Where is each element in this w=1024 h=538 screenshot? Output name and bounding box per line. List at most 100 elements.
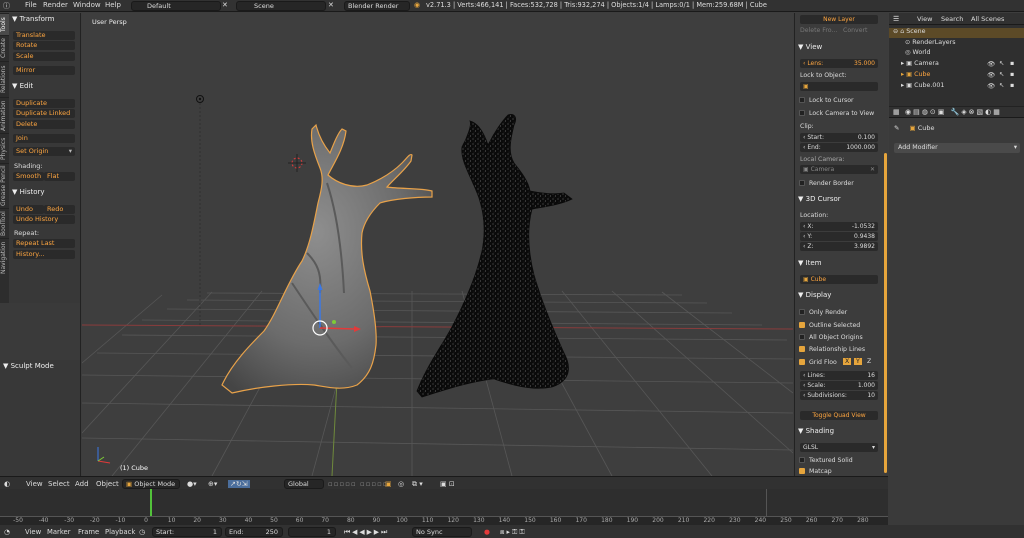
tab-grease-pencil[interactable]: Grease Pencil <box>0 163 9 208</box>
join-button[interactable]: Join <box>13 134 75 143</box>
keying-icons[interactable]: ⧈ ▸ ⚿ ⚿ <box>500 528 525 537</box>
lock-camera-checkbox[interactable] <box>799 110 805 116</box>
mirror-button[interactable]: Mirror <box>13 66 75 75</box>
outliner-editor-icon[interactable]: ☰ <box>893 15 899 23</box>
cube-select-icon[interactable]: ↖ <box>999 71 1004 78</box>
cube001-render-icon[interactable]: ▪ <box>1010 82 1014 89</box>
axis-x-toggle[interactable]: X <box>843 358 852 365</box>
set-origin-button[interactable]: Set Origin ▾ <box>13 147 75 156</box>
undo-button[interactable]: Undo <box>13 205 44 214</box>
outliner-view-menu[interactable]: View <box>917 15 932 23</box>
layout-close-icon[interactable]: ✕ <box>222 1 228 9</box>
frame-menu[interactable]: Frame <box>78 528 99 536</box>
repeat-last-button[interactable]: Repeat Last <box>13 239 75 248</box>
lock-object-field[interactable]: ▣ <box>800 82 878 91</box>
cube-render-icon[interactable]: ▪ <box>1010 71 1014 78</box>
outliner-search-menu[interactable]: Search <box>941 15 963 23</box>
outliner-row-renderlayers[interactable]: ⊙ RenderLayers <box>889 39 1024 49</box>
lock-layers-icon[interactable]: ▣ <box>385 480 392 488</box>
manipulator-icons[interactable]: ↗↻⇲ <box>228 480 250 488</box>
outliner-row-camera[interactable]: ▸ ▣ Camera 👁 ↖ ▪ <box>889 60 1024 70</box>
tab-relations[interactable]: Relations <box>0 61 9 97</box>
matcap-checkbox[interactable] <box>799 468 805 474</box>
outliner-row-cube[interactable]: ▸ ▣ Cube 👁 ↖ ▪ <box>889 71 1024 81</box>
add-menu[interactable]: Add <box>75 480 89 488</box>
camera-visibility-icon[interactable]: 👁 <box>987 60 995 68</box>
cube001-select-icon[interactable]: ↖ <box>999 82 1004 89</box>
sync-mode-selector[interactable]: No Sync <box>412 527 472 537</box>
display-panel-header[interactable]: ▼ Display <box>798 291 831 299</box>
tab-tools[interactable]: Tools <box>0 13 9 35</box>
axis-y-toggle[interactable]: Y <box>854 358 862 365</box>
start-frame-field[interactable]: Start: 1 <box>152 527 222 537</box>
new-layer-button[interactable]: New Layer <box>800 15 878 24</box>
3d-view-editor-icon[interactable]: ◐ <box>4 480 10 488</box>
lens-field[interactable]: ‹ Lens: 35.000 <box>800 59 878 68</box>
cube001-mesh[interactable] <box>416 114 573 398</box>
history-button[interactable]: History... <box>13 250 75 259</box>
textured-solid-checkbox[interactable] <box>799 457 805 463</box>
axis-z-toggle[interactable]: Z <box>865 358 873 365</box>
duplicate-linked-button[interactable]: Duplicate Linked <box>13 109 75 118</box>
layer-buttons[interactable]: ▫▫▫▫▫ ▫▫▫▫▫ <box>328 480 389 488</box>
outline-selected-checkbox[interactable] <box>799 322 805 328</box>
cursor-z-field[interactable]: ‹ Z: 3.9892 <box>800 242 878 251</box>
preview-range-icon[interactable]: ◷ <box>139 528 145 536</box>
smooth-button[interactable]: Smooth <box>13 172 44 181</box>
pin-icon[interactable]: ✎ <box>894 124 899 132</box>
cursor-panel-header[interactable]: ▼ 3D Cursor <box>798 195 841 203</box>
cube-visibility-icon[interactable]: 👁 <box>987 71 995 79</box>
mode-selector[interactable]: ▣ Object Mode <box>122 479 180 489</box>
object-menu[interactable]: Object <box>96 480 119 488</box>
grid-subdivisions-field[interactable]: ‹ Subdivisions: 10 <box>800 391 878 400</box>
item-name-field[interactable]: ▣ Cube <box>800 275 878 284</box>
lock-to-cursor-checkbox[interactable] <box>799 97 805 103</box>
cursor-y-field[interactable]: ‹ Y: 0.9438 <box>800 232 878 241</box>
all-origins-checkbox[interactable] <box>799 334 805 340</box>
only-render-checkbox[interactable] <box>799 309 805 315</box>
camera-render-icon[interactable]: ▪ <box>1010 60 1014 67</box>
info-editor-icon[interactable]: ⓘ <box>3 1 10 11</box>
render-engine-selector[interactable]: Blender Render <box>344 1 410 11</box>
context-tab-icons[interactable]: ◉▤◍⊙▣ 🔧◈⊗▧◐▦ <box>905 108 1002 116</box>
local-camera-clear-icon[interactable]: ✕ <box>870 165 875 174</box>
tab-create[interactable]: Create <box>0 35 9 61</box>
tab-physics[interactable]: Physics <box>0 133 9 163</box>
menu-file[interactable]: File <box>25 1 37 9</box>
delete-button[interactable]: Delete <box>13 120 75 129</box>
shading-panel-header[interactable]: ▼ Shading <box>798 427 834 435</box>
properties-editor-icon[interactable]: ▦ <box>893 108 900 116</box>
timeline-ruler[interactable]: -50 -40 -30 -20 -10 0 10 20 30 40 50 60 70 80 90 100 110… <box>0 516 888 525</box>
menu-window[interactable]: Window <box>73 1 101 9</box>
relationship-lines-checkbox[interactable] <box>799 346 805 352</box>
viewport-scene[interactable] <box>82 13 793 476</box>
cursor-x-field[interactable]: ‹ X: -1.0532 <box>800 222 878 231</box>
item-panel-header[interactable]: ▼ Item <box>798 259 822 267</box>
grid-floor-checkbox[interactable] <box>799 359 805 365</box>
timeline-region[interactable] <box>0 489 888 516</box>
shading-sphere-icon[interactable]: ●▾ <box>187 480 197 488</box>
scene-selector[interactable]: Scene <box>236 1 326 11</box>
duplicate-button[interactable]: Duplicate <box>13 99 75 108</box>
clip-start-field[interactable]: ‹ Start: 0.100 <box>800 133 878 142</box>
playback-menu[interactable]: Playback <box>105 528 135 536</box>
3d-cursor-icon[interactable] <box>288 154 306 172</box>
menu-help[interactable]: Help <box>105 1 121 9</box>
shading-mode-dropdown[interactable]: GLSL ▾ <box>800 443 878 452</box>
view-panel-header[interactable]: ▼ View <box>798 43 822 51</box>
tab-navigation[interactable]: Navigation <box>0 238 9 276</box>
render-border-checkbox[interactable] <box>799 180 805 186</box>
delete-frame-button[interactable]: Delete Fro... <box>800 27 837 34</box>
grid-scale-field[interactable]: ‹ Scale: 1.000 <box>800 381 878 390</box>
sculpt-mode-header[interactable]: ▼ Sculpt Mode <box>0 362 80 372</box>
edit-panel-header[interactable]: ▼ Edit <box>9 82 80 92</box>
outliner-row-world[interactable]: ◎ World <box>889 49 1024 59</box>
layout-selector[interactable]: Default <box>131 1 221 11</box>
local-camera-field[interactable]: ▣ Camera ✕ <box>800 165 878 174</box>
undo-history-button[interactable]: Undo History <box>13 215 75 224</box>
playback-controls[interactable]: ⏮◀◀▶▶⏭ <box>344 528 389 537</box>
lamp-icon[interactable] <box>196 95 204 327</box>
current-frame-field[interactable]: 1 <box>288 527 336 537</box>
snap-icon[interactable]: ⧉ ▾ <box>412 480 423 489</box>
camera-select-icon[interactable]: ↖ <box>999 60 1004 67</box>
